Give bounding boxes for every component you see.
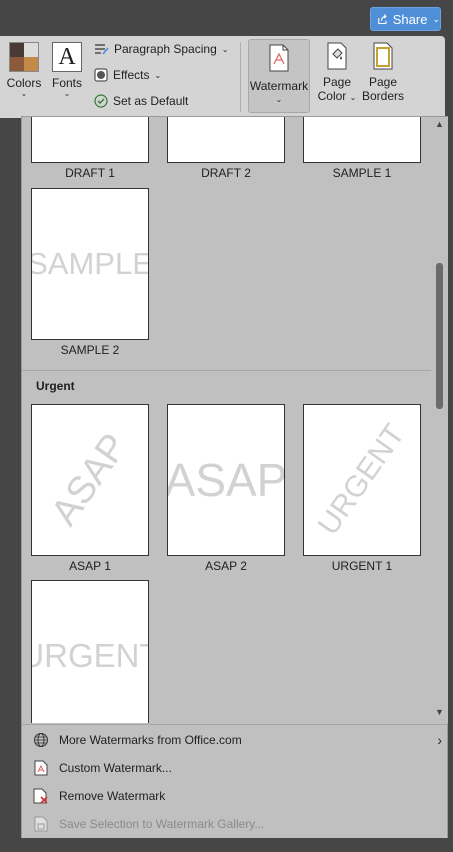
watermark-caption: DRAFT 1 — [65, 166, 115, 180]
watermark-icon — [269, 44, 289, 72]
remove-watermark-icon — [32, 787, 50, 805]
chevron-down-icon: ⌄ — [221, 44, 229, 54]
remove-watermark-label: Remove Watermark — [59, 789, 166, 803]
section-divider — [22, 370, 431, 371]
ribbon-separator — [240, 42, 241, 112]
page-borders-label-2: Borders — [361, 89, 405, 103]
checkmark-circle-icon — [94, 94, 108, 108]
set-as-default-button[interactable]: Set as Default — [94, 94, 188, 108]
globe-icon — [32, 731, 50, 749]
chevron-down-icon: ⌄ — [154, 70, 162, 80]
custom-watermark-label: Custom Watermark... — [59, 761, 172, 775]
scrollbar-thumb[interactable] — [436, 263, 443, 409]
effects-label: Effects — [113, 68, 150, 82]
fonts-button[interactable]: A Fonts ⌄ — [48, 42, 86, 98]
page-color-button[interactable]: Page Color ⌄ — [314, 42, 360, 103]
remove-watermark-menu-item[interactable]: Remove Watermark — [32, 784, 442, 808]
watermark-gallery: DRAFT 1 DRAFT 2 SAMPLE 1 SAMPLE SAMPLE 2… — [22, 117, 431, 723]
watermark-caption: SAMPLE 1 — [332, 166, 392, 180]
scroll-up-arrow-icon[interactable]: ▲ — [435, 119, 444, 129]
watermark-caption: SAMPLE 2 — [60, 343, 120, 357]
more-watermarks-menu-item[interactable]: More Watermarks from Office.com › — [32, 728, 442, 752]
chevron-down-icon: ⌄ — [432, 13, 440, 24]
watermark-button[interactable]: Watermark ⌄ — [248, 39, 310, 113]
page-borders-icon — [373, 42, 393, 70]
save-selection-icon — [32, 815, 50, 833]
watermark-preview-text: ASAP — [43, 426, 136, 534]
watermark-caption: ASAP 1 — [69, 559, 111, 573]
watermark-thumb-asap-2[interactable]: ASAP — [167, 404, 285, 556]
page-color-label-1: Page — [322, 75, 352, 89]
watermark-caption: DRAFT 2 — [201, 166, 251, 180]
title-bar: Share ⌄ — [0, 0, 453, 36]
save-to-gallery-label: Save Selection to Watermark Gallery... — [59, 817, 265, 831]
set-as-default-label: Set as Default — [113, 94, 189, 108]
share-icon — [378, 14, 387, 25]
watermark-preview-text: URGENT — [311, 418, 412, 542]
watermark-preview-text: SAMPLE — [31, 246, 149, 281]
page-color-icon — [327, 42, 347, 70]
paragraph-spacing-label: Paragraph Spacing — [114, 42, 217, 56]
page-color-label-2: Color — [317, 89, 347, 103]
watermark-thumb-draft-2[interactable] — [167, 117, 285, 163]
scroll-down-arrow-icon[interactable]: ▼ — [435, 707, 444, 717]
section-header-urgent: Urgent — [36, 379, 75, 393]
paragraph-spacing-button[interactable]: Paragraph Spacing ⌄ — [94, 42, 228, 56]
chevron-down-icon: ⌄ — [20, 89, 28, 98]
chevron-down-icon: ⌄ — [349, 93, 357, 102]
watermark-caption: ASAP 2 — [205, 559, 247, 573]
watermark-menu: More Watermarks from Office.com › Custom… — [22, 724, 447, 838]
page-borders-label-1: Page — [368, 75, 398, 89]
colors-icon — [9, 42, 39, 72]
design-ribbon: Colors ⌄ A Fonts ⌄ Paragraph Spacing ⌄ E… — [0, 36, 445, 118]
watermark-thumb-asap-1[interactable]: ASAP — [31, 404, 149, 556]
watermark-thumb-urgent-1[interactable]: URGENT — [303, 404, 421, 556]
watermark-caption: URGENT 1 — [331, 559, 393, 573]
watermark-preview-text: ASAP — [167, 454, 285, 506]
effects-button[interactable]: Effects ⌄ — [94, 68, 161, 82]
watermark-thumb-draft-1[interactable] — [31, 117, 149, 163]
watermark-label: Watermark — [249, 79, 309, 93]
colors-button[interactable]: Colors ⌄ — [5, 42, 43, 98]
share-label: Share — [392, 11, 428, 27]
more-watermarks-label: More Watermarks from Office.com — [59, 733, 242, 747]
fonts-icon: A — [52, 42, 82, 72]
colors-label: Colors — [6, 76, 42, 90]
custom-watermark-menu-item[interactable]: Custom Watermark... — [32, 756, 442, 780]
share-button[interactable]: Share ⌄ — [370, 7, 441, 31]
chevron-right-icon: › — [437, 732, 442, 748]
custom-watermark-icon — [32, 759, 50, 777]
paragraph-spacing-icon — [95, 44, 109, 55]
page-borders-button[interactable]: Page Borders — [360, 42, 406, 103]
watermark-thumb-sample-2[interactable]: SAMPLE — [31, 188, 149, 340]
fonts-label: Fonts — [51, 76, 82, 90]
watermark-thumb-urgent-2[interactable]: URGENT — [31, 580, 149, 723]
watermark-thumb-sample-1[interactable] — [303, 117, 421, 163]
watermark-preview-text: URGENT — [32, 637, 148, 674]
gallery-scrollbar[interactable]: ▲ ▼ — [432, 117, 448, 723]
watermark-gallery-dropdown: DRAFT 1 DRAFT 2 SAMPLE 1 SAMPLE SAMPLE 2… — [21, 116, 448, 838]
effects-icon — [94, 68, 108, 82]
save-to-gallery-menu-item[interactable]: Save Selection to Watermark Gallery... — [32, 812, 442, 836]
chevron-down-icon: ⌄ — [275, 95, 283, 104]
chevron-down-icon: ⌄ — [63, 89, 71, 98]
